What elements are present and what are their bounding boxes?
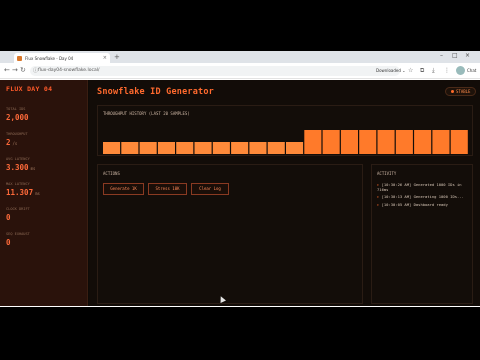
browser-tab[interactable]: Flux Snowflake - Day 04 × <box>14 53 110 63</box>
browser-toolbar: ← → ↻ ⓘ flux-day04-snowflake.local/ Down… <box>0 63 480 79</box>
bookmark-icon[interactable]: ☆ <box>408 66 413 76</box>
metric-label: THROUGHPUT <box>6 132 28 136</box>
throughput-chart <box>103 130 468 154</box>
throughput-bar <box>194 142 212 154</box>
throughput-bar <box>231 142 249 154</box>
log-entry: ▸ [10:30:26 AM] Generated 1000 IDs in 71… <box>377 182 462 192</box>
generate-1k-button[interactable]: Generate 1K <box>103 183 144 195</box>
metric-clock-drift: CLOCK DRIFT 0 <box>6 207 81 222</box>
metric-throughput: THROUGHPUT 2/s <box>6 132 81 147</box>
throughput-bar <box>432 130 450 154</box>
sidebar: FLUX DAY 04 TOTAL IDS 2,000 THROUGHPUT 2… <box>0 80 88 306</box>
metric-total-ids: TOTAL IDS 2,000 <box>6 107 81 122</box>
throughput-bar <box>139 142 157 154</box>
throughput-bar <box>414 130 432 154</box>
throughput-bar <box>103 142 121 154</box>
metric-value: 3.300 ms <box>6 163 36 172</box>
throughput-bar <box>176 142 194 154</box>
tab-title: Flux Snowflake - Day 04 <box>25 55 74 61</box>
brand-title: FLUX DAY 04 <box>6 85 53 93</box>
metric-label: MAX LATENCY <box>6 182 30 186</box>
close-icon[interactable]: × <box>103 55 107 61</box>
chat-button[interactable]: Chat <box>467 66 476 76</box>
app-root: FLUX DAY 04 TOTAL IDS 2,000 THROUGHPUT 2… <box>0 80 480 306</box>
stress-10k-button[interactable]: Stress 10K <box>148 183 187 195</box>
metric-label: SEQ EXHAUST <box>6 232 30 236</box>
status-dot-icon <box>451 90 454 93</box>
browser-window: Flux Snowflake - Day 04 × + – □ × ← → ↻ … <box>0 51 480 307</box>
metric-value: 2/s <box>6 138 18 147</box>
extensions-icon[interactable]: ⧉ <box>420 66 424 76</box>
throughput-bar <box>212 142 230 154</box>
status-badge-label: STABLE <box>456 89 471 94</box>
metrics-list: TOTAL IDS 2,000 THROUGHPUT 2/s AVG LATEN… <box>6 107 81 247</box>
throughput-bar <box>249 142 267 154</box>
reload-icon[interactable]: ↻ <box>20 66 26 75</box>
throughput-bar <box>304 130 322 154</box>
throughput-chart-panel: THROUGHPUT HISTORY (last 20 samples) <box>97 105 473 156</box>
tab-bar: Flux Snowflake - Day 04 × + – □ × <box>0 51 480 63</box>
site-info-icon[interactable]: ⓘ <box>33 66 38 76</box>
metric-label: CLOCK DRIFT <box>6 207 30 211</box>
favicon-icon <box>17 55 22 61</box>
minimize-icon[interactable]: – <box>440 52 443 59</box>
metric-seq-exhaust: SEQ EXHAUST 0 <box>6 232 81 247</box>
throughput-bar <box>359 130 377 154</box>
activity-panel: ACTIVITY ▸ [10:30:26 AM] Generated 1000 … <box>371 164 473 304</box>
clear-log-button[interactable]: Clear Log <box>191 183 229 195</box>
metric-max-latency: MAX LATENCY 11.307 ms <box>6 182 81 197</box>
metric-label: TOTAL IDS <box>6 107 26 111</box>
metric-label: AVG LATENCY <box>6 157 30 161</box>
throughput-bar <box>286 142 304 154</box>
log-entry: ▸ [10:30:05 AM] Dashboard ready <box>377 201 448 207</box>
metric-value: 11.307 ms <box>6 188 40 197</box>
metric-value: 0 <box>6 213 11 222</box>
download-icon[interactable]: ⤓ <box>432 66 435 76</box>
status-badge: STABLE <box>445 87 477 96</box>
back-icon[interactable]: ← <box>4 66 10 75</box>
throughput-bar <box>157 142 175 154</box>
address-text: flux-day04-snowflake.local/ <box>38 68 100 73</box>
maximize-icon[interactable]: □ <box>452 52 458 59</box>
downloads-chip[interactable]: Downloaded ⌄ <box>376 66 406 76</box>
throughput-bar <box>340 130 358 154</box>
throughput-bar <box>395 130 413 154</box>
forward-icon[interactable]: → <box>12 66 18 75</box>
activity-log: ▸ [10:30:26 AM] Generated 1000 IDs in 71… <box>377 182 471 210</box>
profile-avatar[interactable] <box>456 66 465 75</box>
main-panel: Snowflake ID Generator STABLE THROUGHPUT… <box>89 80 480 306</box>
throughput-bar <box>322 130 340 154</box>
actions-label: ACTIONS <box>103 171 120 176</box>
activity-label: ACTIVITY <box>377 171 397 176</box>
page-title: Snowflake ID Generator <box>97 87 214 97</box>
metric-avg-latency: AVG LATENCY 3.300 ms <box>6 157 81 172</box>
throughput-bar <box>377 130 395 154</box>
log-entry: ▸ [10:30:13 AM] Generating 1000 IDs... <box>377 194 464 200</box>
address-bar[interactable]: ⓘ flux-day04-snowflake.local/ <box>30 66 400 76</box>
metric-value: 2,000 <box>6 113 29 122</box>
actions-panel: ACTIONS Generate 1K Stress 10K Clear Log <box>97 164 363 304</box>
throughput-bar <box>267 142 285 154</box>
menu-icon[interactable]: ⋮ <box>444 66 450 76</box>
metric-value: 0 <box>6 238 11 247</box>
new-tab-icon[interactable]: + <box>114 53 120 61</box>
throughput-bar <box>121 142 139 154</box>
close-window-icon[interactable]: × <box>465 52 470 59</box>
throughput-bar <box>450 130 468 154</box>
